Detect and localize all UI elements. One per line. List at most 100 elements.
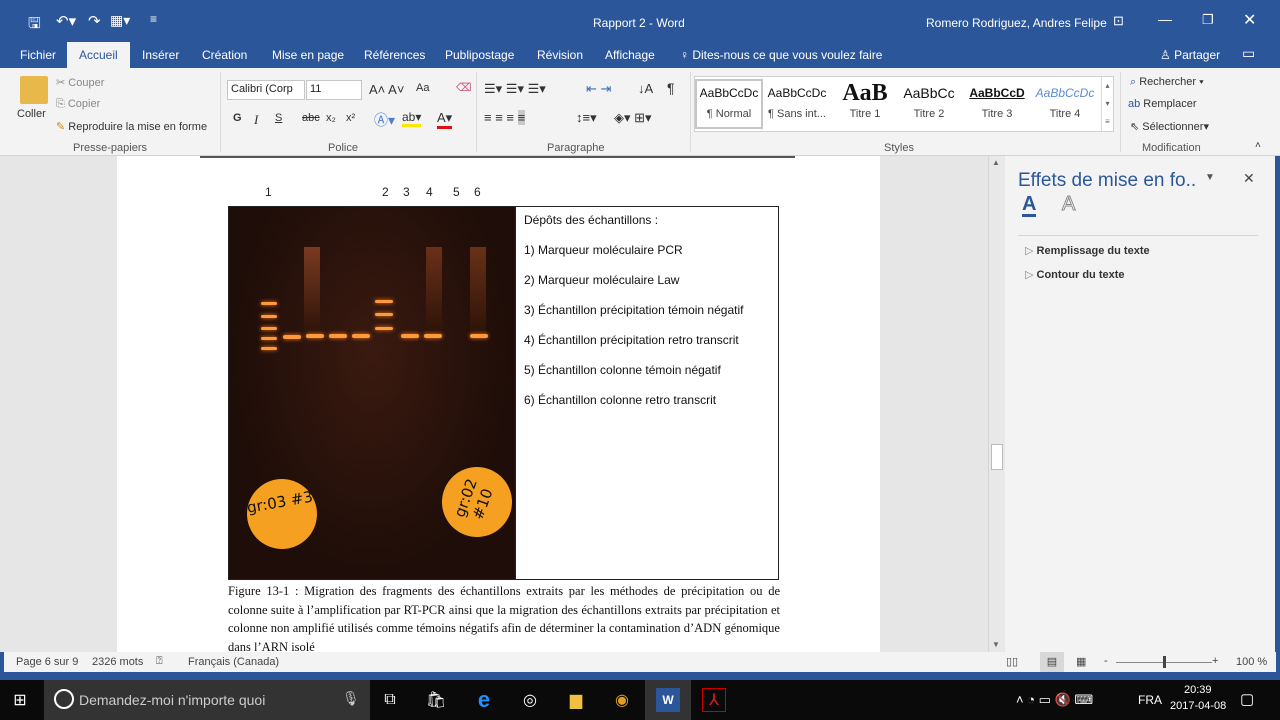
subscript-button[interactable]: x₂: [326, 112, 336, 124]
tray-icons[interactable]: ˄ ◔ ▭ 🔇 ⌨: [1016, 692, 1093, 708]
input-language[interactable]: FRA: [1138, 693, 1162, 707]
style-titre-4[interactable]: AaBbCcDc Titre 4: [1031, 81, 1099, 131]
tab-mise-en-page[interactable]: Mise en page: [272, 48, 344, 62]
zoom-in-button[interactable]: +: [1212, 655, 1218, 667]
windows-start-icon[interactable]: ⊞: [8, 688, 32, 712]
text-effects-icon[interactable]: Ⓐ▾: [374, 110, 395, 130]
save-icon[interactable]: 🖫: [28, 13, 41, 38]
find-button[interactable]: ⌕ Rechercher ▾: [1130, 76, 1204, 89]
minimize-button[interactable]: —: [1158, 11, 1172, 27]
notifications-icon[interactable]: ▢: [1240, 690, 1254, 708]
tab-revision[interactable]: Révision: [537, 48, 583, 62]
tab-references[interactable]: Références: [364, 48, 425, 62]
tab-publipostage[interactable]: Publipostage: [445, 48, 514, 62]
clock-time[interactable]: 20:39: [1184, 684, 1212, 696]
share-button[interactable]: ♙ Partager: [1160, 48, 1220, 62]
comments-icon[interactable]: ▭: [1242, 45, 1255, 62]
zoom-out-button[interactable]: -: [1104, 655, 1108, 667]
collapse-ribbon-icon[interactable]: ˄: [1255, 140, 1261, 151]
style-titre-1[interactable]: AaB Titre 1: [831, 81, 899, 131]
select-button[interactable]: ⇖ Sélectionner▾: [1130, 120, 1209, 133]
line-spacing-icon[interactable]: ↕≡▾: [576, 110, 597, 126]
close-button[interactable]: ✕: [1243, 10, 1256, 30]
cut-button[interactable]: ✂ Couper: [56, 76, 104, 89]
store-icon[interactable]: 🛍: [424, 688, 448, 712]
cortana-search-box[interactable]: Demandez-moi n'importe quoi 🎙: [44, 680, 370, 720]
ribbon: Coller ✂ Couper ⎘ Copier ✎ Reproduire la…: [0, 68, 1280, 156]
read-mode-icon[interactable]: ▯▯: [1006, 655, 1018, 668]
user-name[interactable]: Romero Rodriguez, Andres Felipe: [926, 16, 1107, 30]
table-icon[interactable]: ▦▾: [110, 12, 130, 29]
scroll-down-icon[interactable]: ▼: [992, 640, 1000, 649]
tab-affichage[interactable]: Affichage: [605, 48, 655, 62]
ribbon-display-icon[interactable]: ⊡: [1113, 13, 1124, 29]
acrobat-icon[interactable]: ⅄: [702, 688, 726, 712]
clock-date[interactable]: 2017-04-08: [1170, 700, 1226, 712]
style-normal[interactable]: AaBbCcDc ¶ Normal: [695, 79, 763, 129]
style-preview: AaBbCcDc: [767, 86, 827, 100]
style-titre-3[interactable]: AaBbCcD Titre 3: [963, 81, 1031, 131]
shading-icon[interactable]: ◈▾ ⊞▾: [614, 110, 652, 126]
highlight-icon[interactable]: ab▾: [402, 110, 422, 127]
replace-button[interactable]: ab Remplacer: [1128, 98, 1196, 110]
style-no-spacing[interactable]: AaBbCcDc ¶ Sans int...: [763, 81, 831, 131]
paste-button[interactable]: Coller: [17, 108, 46, 120]
groove-icon[interactable]: ◎: [518, 688, 542, 712]
edge-icon[interactable]: e: [472, 687, 496, 712]
document-page[interactable]: 1 2 3 4 5 6 gr:03 #3 gr:02 #10 Dépôts de…: [117, 156, 880, 654]
close-pane-icon[interactable]: ✕: [1243, 170, 1255, 187]
word-taskbar-button[interactable]: W: [645, 680, 691, 720]
paste-icon[interactable]: [20, 76, 48, 104]
tab-creation[interactable]: Création: [202, 48, 247, 62]
font-name-input[interactable]: Calibri (Corp: [227, 80, 305, 100]
format-painter-button[interactable]: ✎ Reproduire la mise en forme: [56, 120, 207, 133]
chrome-icon[interactable]: ◉: [610, 688, 634, 712]
styles-scroll[interactable]: ▴ ▾ ≡: [1101, 77, 1113, 131]
text-outline-section[interactable]: ▷ Contour du texte: [1025, 268, 1125, 281]
style-titre-2[interactable]: AaBbCc Titre 2: [895, 81, 963, 131]
indent-icons[interactable]: ⇤ ⇥: [586, 81, 611, 97]
microphone-icon[interactable]: 🎙: [342, 690, 360, 707]
font-color-icon[interactable]: A▾: [437, 110, 453, 129]
restore-button[interactable]: ❐: [1202, 12, 1214, 28]
text-fill-section[interactable]: ▷ Remplissage du texte: [1025, 244, 1150, 257]
task-view-icon[interactable]: ⧉: [378, 688, 402, 712]
italic-button[interactable]: I: [254, 112, 258, 128]
vertical-scrollbar[interactable]: ▲ ▼: [988, 156, 1005, 652]
tab-accueil[interactable]: Accueil: [67, 42, 130, 69]
web-layout-icon[interactable]: ▦: [1076, 655, 1086, 668]
page-count[interactable]: Page 6 sur 9: [16, 656, 78, 668]
tab-inserer[interactable]: Insérer: [142, 48, 179, 62]
copy-button[interactable]: ⎘ Copier: [56, 98, 100, 111]
proofing-icon[interactable]: ⍰: [156, 655, 163, 668]
tab-fichier[interactable]: Fichier: [20, 48, 56, 62]
text-outline-icon[interactable]: A: [1061, 194, 1075, 215]
align-icons[interactable]: ≡ ≡ ≡ ≡: [484, 110, 526, 125]
undo-icon[interactable]: ↶▾: [56, 12, 76, 30]
word-count[interactable]: 2326 mots: [92, 656, 143, 668]
zoom-slider-thumb[interactable]: [1163, 656, 1166, 668]
justify-icon[interactable]: ≡: [517, 110, 526, 125]
text-fill-icon[interactable]: A: [1022, 194, 1037, 217]
grow-font-icon[interactable]: A˄ A˅: [369, 82, 404, 97]
clear-format-icon[interactable]: ⌫: [456, 81, 472, 94]
underline-button[interactable]: S: [275, 112, 282, 124]
font-size-input[interactable]: 11: [306, 80, 362, 100]
bold-button[interactable]: G: [233, 112, 242, 124]
redo-icon[interactable]: ↷: [88, 12, 101, 30]
pilcrow-icon[interactable]: ¶: [667, 80, 675, 96]
change-case-button[interactable]: Aa: [416, 82, 429, 94]
superscript-button[interactable]: x²: [346, 112, 355, 124]
sort-icon[interactable]: ↓A: [638, 81, 653, 96]
strikethrough-button[interactable]: abc: [302, 112, 320, 124]
tell-me-box[interactable]: ♀ Dites-nous ce que vous voulez faire: [680, 48, 882, 62]
scroll-up-icon[interactable]: ▲: [992, 158, 1000, 167]
print-layout-icon[interactable]: ▤: [1040, 652, 1064, 672]
scrollbar-thumb[interactable]: [991, 444, 1003, 470]
bullets-icon[interactable]: ☰▾ ☰▾ ☰▾: [484, 81, 546, 97]
zoom-level[interactable]: 100 %: [1236, 656, 1267, 668]
pane-options-icon[interactable]: ▼: [1205, 172, 1215, 183]
file-explorer-icon[interactable]: ▆: [564, 688, 588, 712]
language[interactable]: Français (Canada): [188, 656, 279, 668]
customize-toolbar-icon[interactable]: ≡: [150, 12, 157, 26]
